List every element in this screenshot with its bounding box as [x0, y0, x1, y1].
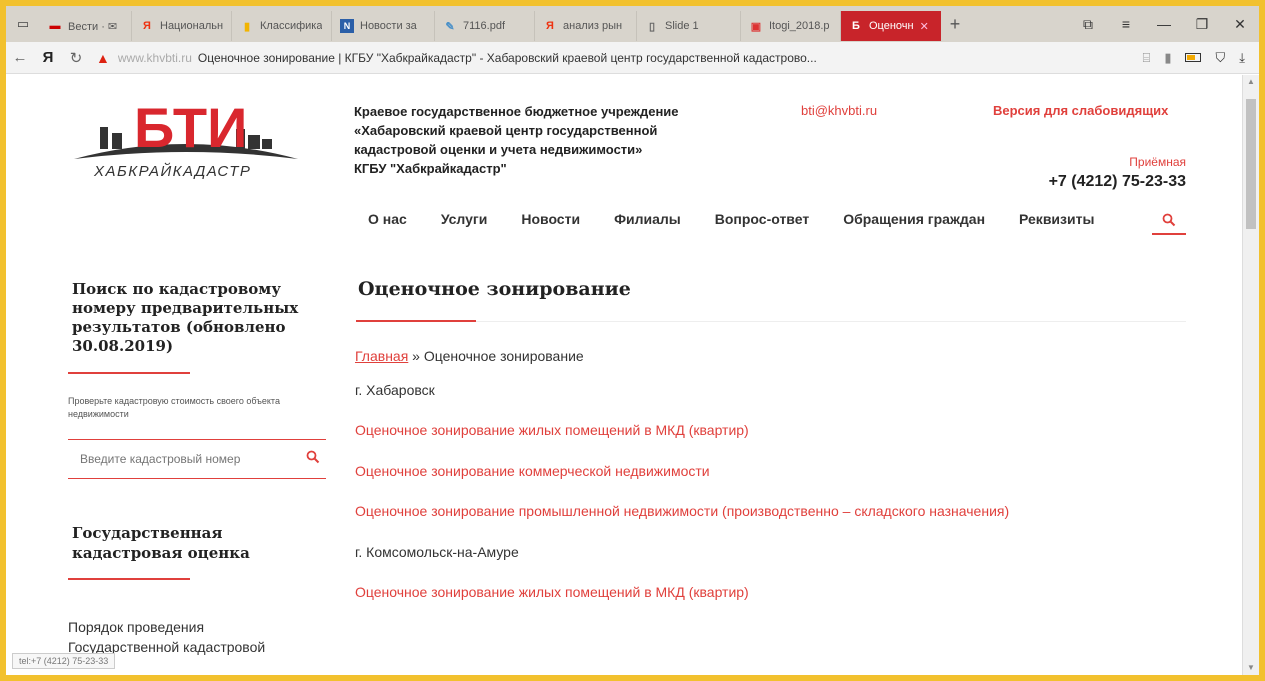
yandex-icon: Я — [143, 20, 151, 32]
scroll-up-icon[interactable]: ▲ — [1243, 75, 1259, 89]
accessibility-link[interactable]: Версия для слабовидящих — [993, 103, 1168, 118]
tab-active[interactable]: Б Оценочн ✕ — [841, 11, 941, 41]
doc-icon: ▯ — [648, 20, 656, 33]
minimize-icon[interactable]: — — [1145, 6, 1183, 42]
warning-icon[interactable]: ▲ — [96, 50, 110, 66]
nav-item-appeals[interactable]: Обращения граждан — [843, 211, 985, 227]
search-icon — [1162, 213, 1176, 227]
sidebar-search-heading: Поиск по кадастровому номеру предварител… — [72, 280, 299, 355]
nav-item-faq[interactable]: Вопрос-ответ — [715, 211, 809, 227]
nav-item-services[interactable]: Услуги — [441, 211, 488, 227]
divider — [68, 372, 190, 374]
tab[interactable]: ▬ Вести · ✉ — [40, 11, 132, 41]
file-icon: ✎ — [445, 20, 455, 33]
vertical-scrollbar[interactable]: ▲ ▼ — [1242, 75, 1259, 675]
zoning-link[interactable]: Оценочное зонирование коммерческой недви… — [355, 463, 710, 479]
email-link[interactable]: bti@khvbti.ru — [801, 103, 877, 118]
bookmarks-icon[interactable]: ⧉ — [1069, 6, 1107, 42]
phone-number[interactable]: +7 (4212) 75-23-33 — [1049, 173, 1186, 191]
tab-bar: ▭ ▬ Вести · ✉ Я Национальн ▮ Классифика … — [6, 6, 1259, 42]
organization-name: Краевое государственное бюджетное учрежд… — [354, 104, 679, 176]
nav-item-news[interactable]: Новости — [521, 211, 580, 227]
divider — [356, 321, 1186, 322]
tab[interactable]: ▮ Классифика — [232, 11, 332, 41]
close-window-icon[interactable]: ✕ — [1221, 6, 1259, 42]
protect-icon[interactable]: ⛉ — [1215, 50, 1225, 66]
new-tab-icon[interactable]: + — [941, 14, 969, 35]
breadcrumb: Главная » Оценочное зонирование — [355, 348, 584, 364]
nav-item-about[interactable]: О нас — [368, 211, 407, 227]
sidebar-section-heading: Государственная кадастровая оценка — [72, 524, 250, 562]
tab[interactable]: Я анализ рын — [535, 11, 637, 41]
news-icon: Ν — [340, 19, 354, 33]
menu-icon[interactable]: ≡ — [1107, 6, 1145, 42]
restore-icon[interactable]: ❐ — [1183, 6, 1221, 42]
yandex-icon: Я — [546, 20, 554, 32]
reception-label: Приёмная — [1129, 155, 1186, 169]
reader-icon[interactable]: ⌸ — [1143, 50, 1151, 66]
cadastral-number-input[interactable] — [68, 452, 288, 466]
breadcrumb-home-link[interactable]: Главная — [355, 348, 408, 364]
note-icon: ▮ — [243, 20, 251, 33]
zoning-link[interactable]: Оценочное зонирование жилых помещений в … — [355, 422, 749, 438]
city-label: г. Комсомольск-на-Амуре — [355, 544, 519, 560]
yandex-home-icon[interactable]: Я — [34, 49, 62, 66]
close-tab-icon[interactable]: ✕ — [920, 20, 929, 33]
svg-text:БТИ: БТИ — [134, 96, 247, 159]
reload-icon[interactable]: ↻ — [62, 49, 90, 67]
url-field[interactable]: www.khvbti.ru Оценочное зонирование | КГБ… — [118, 51, 938, 65]
bti-icon: Б — [852, 20, 860, 32]
title-accent — [356, 320, 476, 322]
pdf-icon: ▣ — [750, 20, 762, 33]
browser-window: ▭ ▬ Вести · ✉ Я Национальн ▮ Классифика … — [6, 6, 1259, 675]
status-bar: tel:+7 (4212) 75-23-33 — [12, 653, 116, 669]
address-bar: ← Я ↻ ▲ www.khvbti.ru Оценочное зонирован… — [6, 42, 1259, 74]
web-page: БТИ ХАБКРАЙКАДАСТР Краевое государственн… — [6, 75, 1242, 675]
nav-item-requisites[interactable]: Реквизиты — [1019, 211, 1094, 227]
sidebar-search-hint: Проверьте кадастровую стоимость своего о… — [68, 396, 280, 419]
nav-item-branches[interactable]: Филиалы — [614, 211, 681, 227]
search-icon[interactable] — [306, 450, 320, 469]
main-nav: О нас Услуги Новости Филиалы Вопрос-отве… — [368, 211, 1128, 227]
tab[interactable]: Ν Новости за — [332, 11, 435, 41]
battery-icon — [1185, 53, 1202, 62]
scroll-thumb[interactable] — [1246, 99, 1256, 229]
tabs-menu-icon[interactable]: ▭ — [6, 6, 40, 42]
city-label: г. Хабаровск — [355, 382, 435, 398]
scroll-down-icon[interactable]: ▼ — [1243, 661, 1259, 675]
tab[interactable]: ▯ Slide 1 — [637, 11, 741, 41]
back-icon[interactable]: ← — [6, 49, 34, 66]
tab[interactable]: ✎ 7116.pdf — [435, 11, 535, 41]
divider — [68, 578, 190, 580]
tab[interactable]: Я Национальн — [132, 11, 232, 41]
site-logo[interactable]: БТИ ХАБКРАЙКАДАСТР — [66, 89, 306, 184]
logo-subtitle: ХАБКРАЙКАДАСТР — [94, 163, 252, 180]
zoning-link[interactable]: Оценочное зонирование промышленной недви… — [355, 503, 1009, 519]
bookmark-icon[interactable]: ▮ — [1164, 50, 1171, 66]
cadastral-search — [68, 439, 326, 479]
zoning-link[interactable]: Оценочное зонирование жилых помещений в … — [355, 584, 749, 600]
nav-search-button[interactable] — [1152, 207, 1186, 235]
page-title: Оценочное зонирование — [358, 278, 631, 300]
flag-icon: ▬ — [49, 20, 61, 32]
tab[interactable]: ▣ Itogi_2018.p — [741, 11, 841, 41]
sidebar-link[interactable]: Порядок проведения Государственной кадас… — [68, 617, 298, 657]
download-icon[interactable]: ⤓ — [1239, 50, 1245, 66]
